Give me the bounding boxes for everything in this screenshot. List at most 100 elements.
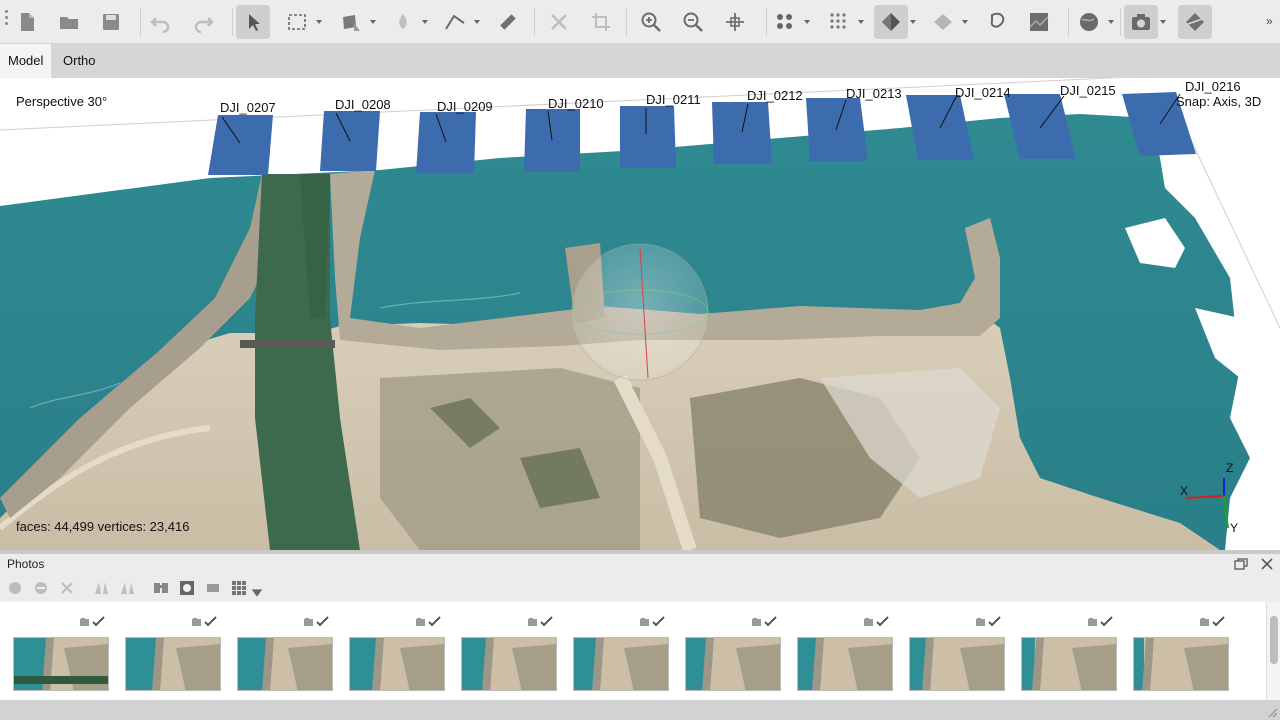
- photo-thumbnail[interactable]: [1020, 602, 1118, 700]
- dropdown-arrow-icon[interactable]: [314, 17, 324, 27]
- region-button[interactable]: [1178, 5, 1212, 39]
- move-object-button[interactable]: [718, 5, 752, 39]
- camera-plane[interactable]: [712, 102, 772, 164]
- camera-plane[interactable]: [620, 106, 676, 168]
- photo-thumbnail[interactable]: [348, 602, 446, 700]
- camera-label[interactable]: DJI_0214: [955, 85, 1011, 100]
- camera-aligned-check-icon: [862, 616, 892, 628]
- ruler-button[interactable]: [490, 5, 524, 39]
- camera-aligned-check-icon: [526, 616, 556, 628]
- region-icon: [1186, 13, 1204, 31]
- dense-cloud-button[interactable]: [822, 5, 856, 39]
- camera-label[interactable]: DJI_0207: [220, 100, 276, 115]
- photo-thumbnail[interactable]: [572, 602, 670, 700]
- dropdown-arrow-icon[interactable]: [1106, 17, 1116, 27]
- globe-button[interactable]: [1072, 5, 1106, 39]
- zoom-out-button[interactable]: [676, 5, 710, 39]
- close-pane-icon[interactable]: [1259, 556, 1275, 572]
- show-points-button[interactable]: [768, 5, 802, 39]
- camera-plane[interactable]: [806, 98, 868, 161]
- camera-label[interactable]: DJI_0213: [846, 86, 902, 101]
- polyline-measure-button[interactable]: [438, 5, 472, 39]
- rectangle-selection-button[interactable]: [280, 5, 314, 39]
- show-cameras-button[interactable]: [1124, 5, 1158, 39]
- photo-thumbnail[interactable]: [1132, 602, 1230, 700]
- save-button[interactable]: [94, 5, 128, 39]
- toolbar-overflow-button[interactable]: »: [1266, 14, 1273, 28]
- toolbar-separator: [232, 8, 233, 36]
- photo-image: [909, 637, 1005, 691]
- new-document-button[interactable]: [10, 5, 44, 39]
- remove-camera-icon[interactable]: [58, 579, 76, 597]
- dropdown-arrow-icon[interactable]: [960, 17, 970, 27]
- dropdown-arrow-icon[interactable]: [420, 17, 430, 27]
- image-icon[interactable]: [178, 579, 196, 597]
- ruler-icon: [500, 14, 516, 30]
- dropdown-arrow-icon[interactable]: [856, 17, 866, 27]
- toolbar-separator: [140, 8, 141, 36]
- delete-selection-button[interactable]: [542, 5, 576, 39]
- zoom-in-icon: [641, 12, 661, 32]
- point-marker-button[interactable]: [386, 5, 420, 39]
- photo-thumbnail[interactable]: [12, 602, 110, 700]
- crop-selection-button[interactable]: [584, 5, 618, 39]
- photo-thumbnail[interactable]: [460, 602, 558, 700]
- camera-label[interactable]: DJI_0210: [548, 96, 604, 111]
- redo-button[interactable]: [186, 5, 220, 39]
- camera-label[interactable]: DJI_0208: [335, 97, 391, 112]
- tab-ortho[interactable]: Ortho: [55, 44, 104, 78]
- reset-view-icon[interactable]: [92, 579, 110, 597]
- zoom-in-button[interactable]: [634, 5, 668, 39]
- model-shaded-button[interactable]: [874, 5, 908, 39]
- dropdown-arrow-icon[interactable]: [472, 17, 482, 27]
- dropdown-arrow-icon[interactable]: [1158, 17, 1168, 27]
- new-document-icon: [21, 13, 34, 31]
- navigation-pointer-button[interactable]: [236, 5, 270, 39]
- orthomosaic-button[interactable]: [1022, 5, 1056, 39]
- undock-pane-icon[interactable]: [1233, 556, 1249, 572]
- camera-label[interactable]: DJI_0215: [1060, 83, 1116, 98]
- axis-y-label: Y: [1230, 521, 1239, 535]
- camera-plane[interactable]: [524, 109, 580, 172]
- model-solid-button[interactable]: [926, 5, 960, 39]
- photo-thumbnail[interactable]: [908, 602, 1006, 700]
- camera-label[interactable]: DJI_0212: [747, 88, 803, 103]
- model-viewport[interactable]: Perspective 30° Snap: Axis, 3D faces: 44…: [0, 78, 1280, 550]
- camera-aligned-check-icon: [1198, 616, 1228, 628]
- photo-thumbnail[interactable]: [796, 602, 894, 700]
- photo-thumbnail[interactable]: [124, 602, 222, 700]
- trackball-sphere[interactable]: [571, 243, 709, 381]
- photo-thumbnail[interactable]: [684, 602, 782, 700]
- model-scene[interactable]: [0, 78, 1280, 550]
- photos-list[interactable]: [0, 602, 1266, 700]
- photo-thumbnail[interactable]: [236, 602, 334, 700]
- camera-plane[interactable]: [416, 112, 476, 174]
- shape-selection-button[interactable]: [334, 5, 368, 39]
- undo-button[interactable]: [144, 5, 178, 39]
- dropdown-arrow-icon[interactable]: [368, 17, 378, 27]
- grid-view-icon[interactable]: [230, 579, 248, 597]
- enable-camera-icon[interactable]: [6, 579, 24, 597]
- resize-grip-icon[interactable]: [1266, 706, 1278, 718]
- tab-model[interactable]: Model: [0, 44, 52, 78]
- camera-label[interactable]: DJI_0209: [437, 99, 493, 114]
- open-folder-button[interactable]: [52, 5, 86, 39]
- filter-icon[interactable]: [118, 579, 136, 597]
- camera-plane[interactable]: [208, 115, 273, 175]
- dropdown-arrow-icon[interactable]: [908, 17, 918, 27]
- dropdown-arrow-icon[interactable]: [802, 17, 812, 27]
- photo-image: [797, 637, 893, 691]
- details-icon[interactable]: [204, 579, 222, 597]
- toolbar-separator: [766, 8, 767, 36]
- camera-label[interactable]: DJI_0216: [1185, 79, 1241, 94]
- show-points-icon: [777, 14, 792, 29]
- camera-label[interactable]: DJI_0211: [646, 92, 701, 107]
- disable-camera-icon[interactable]: [32, 579, 50, 597]
- mask-icon[interactable]: [152, 579, 170, 597]
- photos-scrollbar[interactable]: [1266, 602, 1280, 700]
- view-mode-dropdown-icon[interactable]: [248, 584, 263, 597]
- camera-aligned-check-icon: [302, 616, 332, 628]
- axis-x-label: X: [1180, 484, 1189, 498]
- tiled-model-button[interactable]: [980, 5, 1014, 39]
- toolbar-separator: [1068, 8, 1069, 36]
